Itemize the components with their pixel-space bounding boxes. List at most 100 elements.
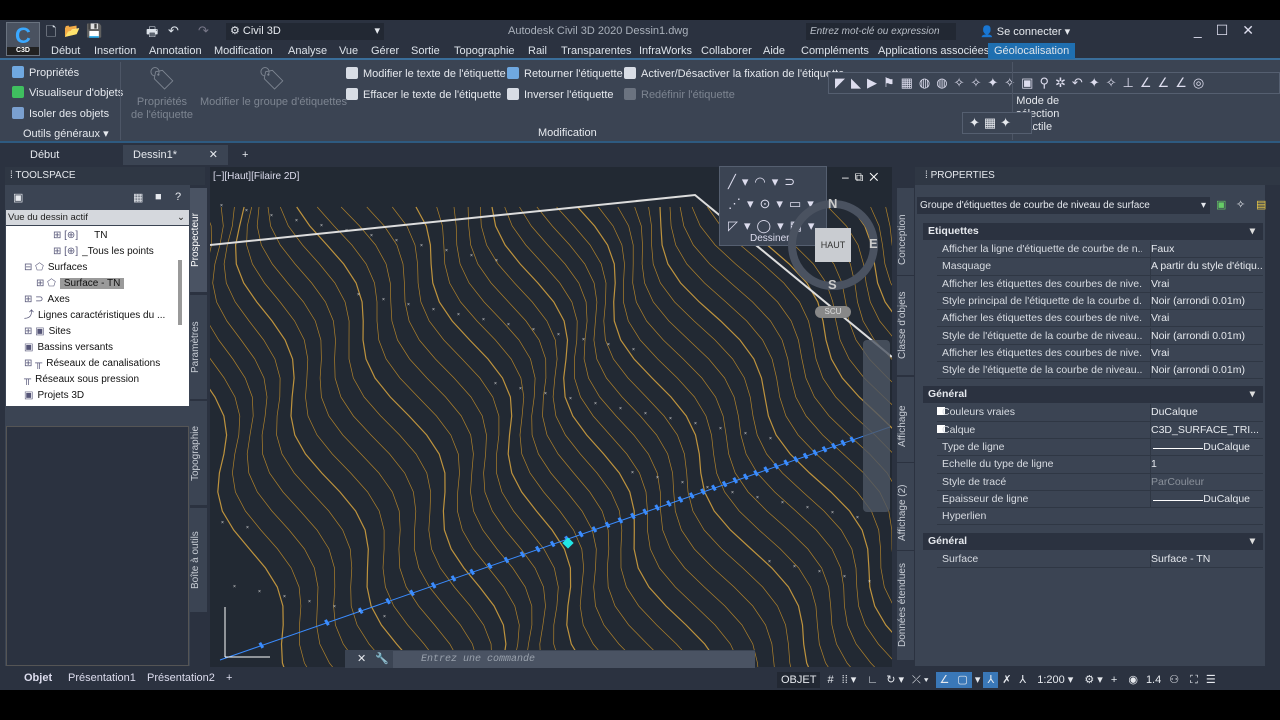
property-row[interactable]: Afficher la ligne d'étiquette de courbe … [937,241,1263,259]
toolspace-options-icon[interactable]: ▣ [13,191,23,204]
viewcube-top[interactable]: HAUT [815,228,851,262]
property-row[interactable]: Afficher les étiquettes des courbes de n… [937,310,1263,328]
tree-item[interactable]: ▣ Projets 3D [24,388,84,404]
new-tab-button[interactable]: + [232,145,258,165]
edit-label-text-button[interactable]: Modifier le texte de l'étiquette [346,67,506,80]
property-value[interactable]: Vrai [1150,310,1262,328]
undo-icon[interactable]: ↶ [168,23,179,39]
ucs-menu[interactable]: SCU [815,306,851,318]
isolate-objects-button[interactable]: Isoler des objets [12,107,109,120]
tree-scrollbar[interactable] [178,260,182,325]
workspace-select[interactable]: ⚙ Civil 3D ▾ [226,23,384,40]
redefine-label-button[interactable]: Redéfinir l'étiquette [624,88,735,101]
annotation-scale-icon[interactable]: ⅄ [1015,672,1030,688]
close-tab-icon[interactable]: ✕ [209,145,218,165]
grid-icon[interactable]: # [824,672,838,688]
tab-1[interactable]: Insertion [94,45,136,57]
tree-item[interactable]: ▣ Bassins versants [24,340,113,356]
property-value[interactable]: Noir (arrondi 0.01m) [1150,292,1262,310]
toolspace-tab-2[interactable]: Topographie [190,400,207,505]
property-row[interactable]: Style de tracé ParCouleur [937,473,1263,491]
property-row[interactable]: Afficher les étiquettes des courbes de n… [937,344,1263,363]
tab-9[interactable]: Rail [528,45,547,57]
property-value[interactable]: DuCalque [1150,439,1262,456]
selection-select[interactable]: Groupe d'étiquettes de courbe de niveau … [917,197,1210,214]
layout-tab-1[interactable]: Présentation1 [68,672,136,684]
property-row[interactable]: Calque C3D_SURFACE_TRI... [937,421,1263,439]
model-space-button[interactable]: OBJET [777,672,821,688]
property-row[interactable]: Couleurs vraies DuCalque [937,404,1263,422]
toolspace-view-icon[interactable]: ■ [155,191,162,203]
tab-6[interactable]: Gérer [371,45,399,57]
tree-item[interactable]: ⤴ Lignes caractéristiques du ... [24,308,165,324]
tree-item[interactable]: ⊞ [⊕] TN [53,228,107,244]
floating-toolbar-2[interactable]: ✦▦✦ [962,112,1032,134]
tab-5[interactable]: Vue [339,45,358,57]
toggle-label-pin-button[interactable]: Activer/Désactiver la fixation de l'étiq… [624,67,844,80]
property-value[interactable]: ParCouleur [1150,473,1262,491]
properties-button[interactable]: Propriétés [12,66,79,79]
navigation-bar[interactable] [863,340,890,512]
edit-label-group-button[interactable]: Modifier le groupe d'étiquettes [200,96,347,108]
property-category[interactable]: Etiquettes [923,223,1263,240]
polar-icon[interactable]: ↻ ▾ [882,672,908,688]
tab-12[interactable]: Collaborer [701,45,752,57]
tab-13[interactable]: Aide [763,45,785,57]
properties-tab-1[interactable]: Classe d'objets [897,275,914,375]
property-row[interactable]: Masquage A partir du style d'étiqu... [937,258,1263,276]
fullscreen-icon[interactable]: ⛶ [1186,672,1202,688]
sign-in-button[interactable]: 👤 Se connecter ▾ [980,25,1070,38]
tab-4[interactable]: Analyse [288,45,327,57]
select-objects-icon[interactable]: ✧ [1236,198,1245,211]
property-row[interactable]: Type de ligne DuCalque [937,439,1263,457]
tab-14[interactable]: Compléments [801,45,869,57]
property-value[interactable]: DuCalque [1150,490,1262,508]
tree-item[interactable]: ⊞ ▣ Sites [24,324,71,340]
save-icon[interactable]: 💾 [86,23,102,39]
close-icon[interactable]: ✕ [357,652,366,665]
object-snap-icon[interactable]: ▢ [953,672,972,688]
property-value[interactable]: A partir du style d'étiqu... [1150,258,1262,276]
toolspace-tree-icon[interactable]: ▦ [133,191,143,204]
property-value[interactable]: Noir (arrondi 0.01m) [1150,327,1262,345]
toolspace-tab-1[interactable]: Paramètres [190,294,207,399]
help-icon[interactable]: ? [175,191,181,203]
flip-label-button[interactable]: Retourner l'étiquette [507,67,623,80]
property-value[interactable]: Surface - TN [1150,550,1262,568]
snap-icon[interactable]: ⁞⁞ ▾ [838,672,861,688]
property-row[interactable]: Surface Surface - TN [937,550,1263,568]
property-value[interactable]: Faux [1150,241,1262,258]
tab-2[interactable]: Annotation [149,45,202,57]
tree-item[interactable]: ⊞ ⬠ Surface - TN [36,276,125,292]
tab-drawing1[interactable]: Dessin1* ✕ [123,145,228,165]
customize-menu-icon[interactable]: ☰ [1202,672,1220,688]
object-snap-tracking-icon[interactable]: ∠ [935,672,954,688]
window-controls[interactable]: _☐✕ [1194,22,1268,39]
property-row[interactable]: Hyperlien [937,508,1263,526]
toolspace-header[interactable]: ⁞ TOOLSPACE [5,167,205,185]
tree-item[interactable]: ╥ Réseaux sous pression [24,372,139,388]
isodraft-icon[interactable]: ⤫ ▾ [908,672,932,688]
isolate-status-icon[interactable]: ◉ [1124,672,1142,688]
toolspace-view-select[interactable]: Vue du dessin actif ⌄ [6,210,189,225]
property-row[interactable]: Style de l'étiquette de la courbe de niv… [937,362,1263,380]
object-viewer-button[interactable]: Visualiseur d'objets [12,86,123,99]
property-row[interactable]: Style de l'étiquette de la courbe de niv… [937,327,1263,345]
properties-tab-3[interactable]: Affichage (2) [897,462,914,562]
property-row[interactable]: Epaisseur de ligne DuCalque [937,490,1263,509]
reset-label-text-button[interactable]: Effacer le texte de l'étiquette [346,88,501,101]
toolspace-tab-0[interactable]: Prospecteur [190,187,207,292]
tab-16[interactable]: Géolocalisation [988,43,1076,59]
tab-7[interactable]: Sortie [411,45,440,57]
properties-tab-4[interactable]: Données étendues [897,550,914,660]
label-properties-button[interactable]: Propriétés de l'étiquette [130,96,194,122]
workspace-gear-icon[interactable]: ⚙ ▾ [1080,672,1106,688]
properties-tab-2[interactable]: Affichage [897,376,914,476]
units-icon[interactable]: ⚇ [1165,672,1183,688]
tab-11[interactable]: InfraWorks [639,45,692,57]
tab-15[interactable]: Applications associées [878,45,989,57]
redo-icon[interactable]: ↷ [198,23,209,39]
pickadd-icon[interactable]: ▤ [1256,198,1266,211]
viewport-window-controls[interactable]: ‒⧉✕ [842,170,884,185]
plus-icon[interactable]: + [1107,672,1121,688]
